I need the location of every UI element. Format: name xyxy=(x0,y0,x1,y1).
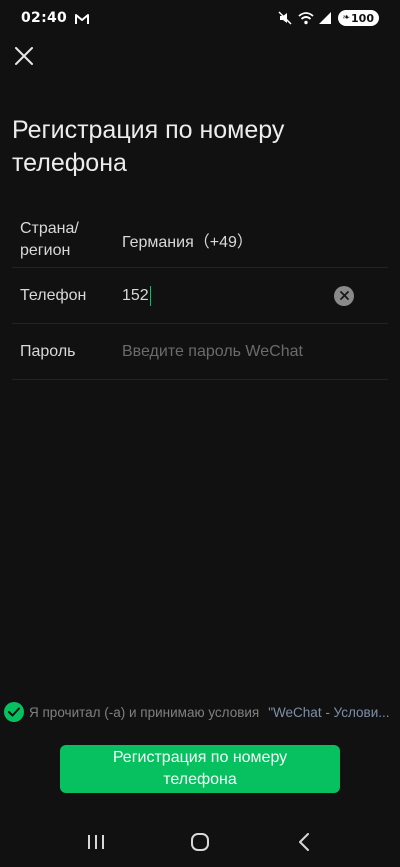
phone-row: Телефон 152 xyxy=(12,268,388,324)
back-icon xyxy=(299,833,309,851)
register-button-label: Регистрация по номеру телефона xyxy=(112,749,288,788)
clear-button[interactable] xyxy=(334,285,354,306)
back-button[interactable] xyxy=(284,822,324,862)
country-value[interactable]: Германия（+49） xyxy=(122,228,253,252)
phone-label: Телефон xyxy=(20,286,87,304)
battery-saver-icon: ❧ xyxy=(342,13,351,23)
checkmark-icon xyxy=(8,707,20,717)
mute-icon xyxy=(278,11,293,25)
status-left: 02:40 xyxy=(21,10,90,26)
clear-icon xyxy=(339,291,349,300)
home-button[interactable] xyxy=(180,822,220,862)
gmail-icon xyxy=(75,12,90,24)
battery-icon: ❧ 100 xyxy=(338,10,379,26)
wifi-icon xyxy=(298,11,315,25)
home-icon xyxy=(191,833,209,851)
recent-apps-button[interactable] xyxy=(76,822,116,862)
register-button[interactable]: Регистрация по номеру телефона xyxy=(60,745,340,793)
close-icon xyxy=(15,47,33,65)
agreement: Я прочитал (-а) и принимаю условия "WeCh… xyxy=(4,700,400,724)
status-bar: 02:40 ❧ 100 xyxy=(0,0,400,36)
phone-input[interactable]: 152 xyxy=(122,285,152,306)
battery-level: 100 xyxy=(351,11,374,25)
password-label: Пароль xyxy=(20,342,76,360)
agreement-text: Я прочитал (-а) и принимаю условия xyxy=(29,704,260,720)
phone-value: 152 xyxy=(122,286,149,304)
password-row: Пароль xyxy=(12,324,388,380)
close-button[interactable] xyxy=(12,44,36,68)
registration-form: Страна/ регион Германия（+49） Телефон 152… xyxy=(12,212,388,380)
status-right: ❧ 100 xyxy=(278,10,379,26)
country-row[interactable]: Страна/ регион Германия（+49） xyxy=(12,212,388,268)
country-label: Страна/ регион xyxy=(20,219,79,259)
signal-icon xyxy=(318,11,332,25)
navigation-bar xyxy=(0,817,400,867)
recent-apps-icon xyxy=(88,835,104,849)
text-cursor xyxy=(149,285,152,306)
terms-link[interactable]: "WeChat - Услови... xyxy=(268,705,389,720)
status-time: 02:40 xyxy=(21,10,68,26)
password-input[interactable] xyxy=(122,342,372,361)
page-title: Регистрация по номеру телефона xyxy=(12,116,285,177)
agree-checkbox[interactable] xyxy=(4,702,24,722)
